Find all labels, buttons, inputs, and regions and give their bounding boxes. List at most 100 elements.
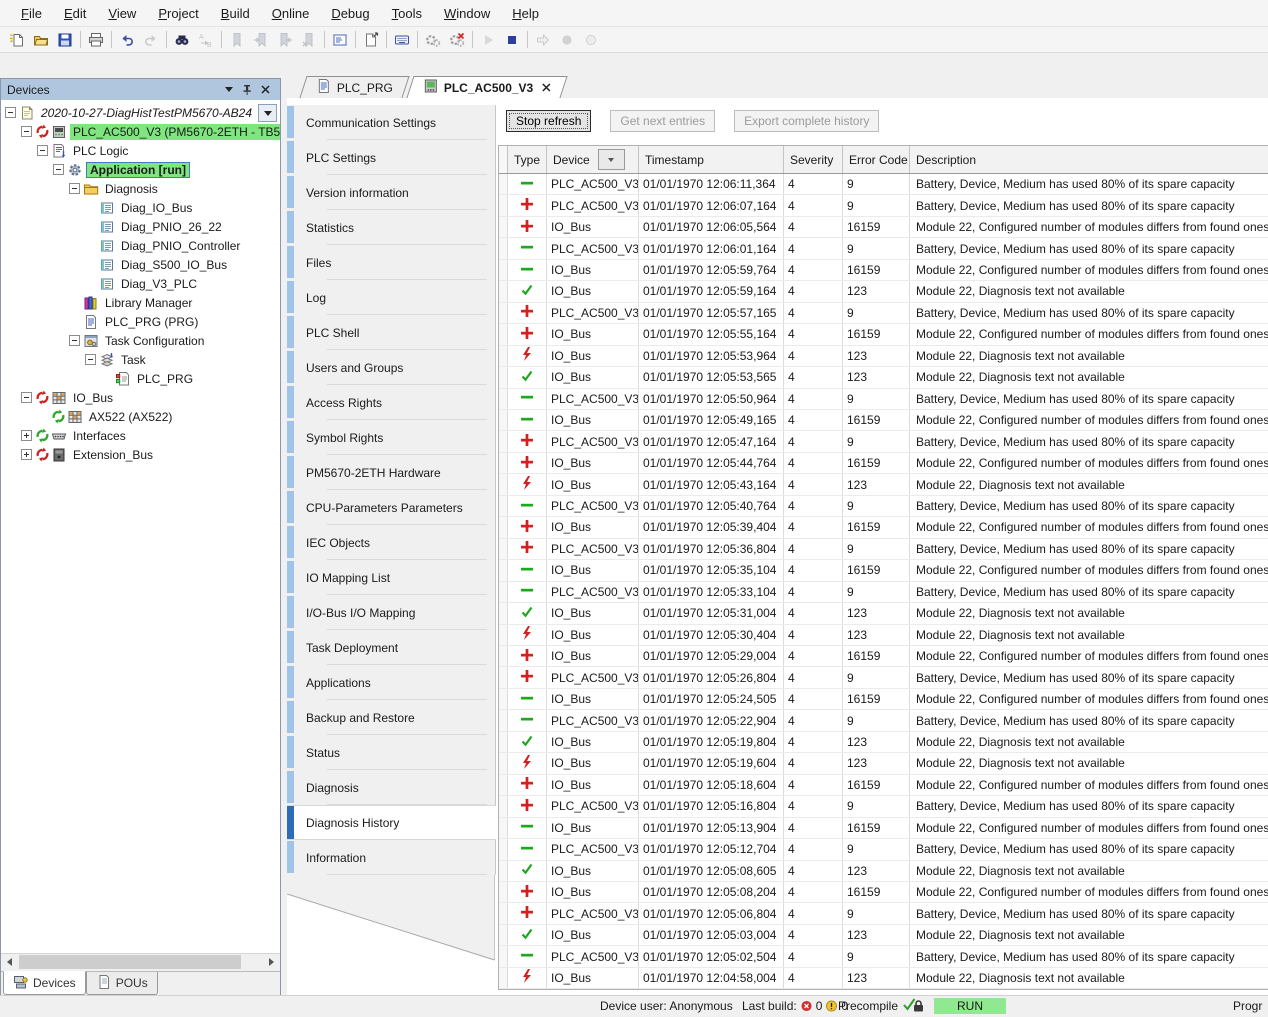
table-row[interactable]: PLC_AC500_V301/01/1970 12:05:12,70449Bat… [499, 839, 1268, 860]
tree-node-diag-pnio-26-22[interactable]: Diag_PNIO_26_22 [1, 217, 280, 236]
nav-version-information[interactable]: Version information [287, 175, 496, 210]
stop-refresh-button[interactable]: Stop refresh [506, 110, 591, 132]
column-header-timestamp[interactable]: Timestamp [639, 146, 784, 173]
tab-plc-prg[interactable]: PLC_PRG [299, 76, 409, 98]
table-row[interactable]: PLC_AC500_V301/01/1970 12:05:33,10449Bat… [499, 582, 1268, 603]
collapse-icon[interactable] [21, 126, 32, 137]
nav-plc-settings[interactable]: PLC Settings [287, 140, 496, 175]
collapse-icon[interactable] [69, 183, 80, 194]
nav-access-rights[interactable]: Access Rights [287, 385, 496, 420]
nav-information[interactable]: Information [287, 840, 496, 875]
nav-pm5670-2eth-hardware[interactable]: PM5670-2ETH Hardware [287, 455, 496, 490]
menu-project[interactable]: Project [147, 2, 209, 25]
table-row[interactable]: PLC_AC500_V301/01/1970 12:05:50,96449Bat… [499, 389, 1268, 410]
panel-tab-pous[interactable]: POUs [86, 972, 158, 995]
scroll-right-button[interactable] [263, 954, 280, 970]
menu-build[interactable]: Build [210, 2, 261, 25]
nav-diagnosis-history[interactable]: Diagnosis History [287, 805, 496, 840]
collapse-icon[interactable] [53, 164, 64, 175]
nav-cpu-parameters-parameters[interactable]: CPU-Parameters Parameters [287, 490, 496, 525]
collapse-icon[interactable] [69, 335, 80, 346]
collapse-icon[interactable] [37, 145, 48, 156]
column-header-device[interactable]: Device [547, 146, 639, 173]
tree-node-application-run[interactable]: Application [run] [1, 160, 280, 179]
table-row[interactable]: IO_Bus01/01/1970 12:05:24,505416159Modul… [499, 689, 1268, 710]
table-row[interactable]: IO_Bus01/01/1970 12:05:19,6044123Module … [499, 753, 1268, 774]
scroll-left-button[interactable] [1, 954, 18, 970]
table-row[interactable]: IO_Bus01/01/1970 12:05:08,204416159Modul… [499, 882, 1268, 903]
table-row[interactable]: IO_Bus01/01/1970 12:05:49,165416159Modul… [499, 410, 1268, 431]
tab-plc-ac500-v3[interactable]: PLC_AC500_V3 [406, 76, 568, 98]
tree-node-diagnosis[interactable]: Diagnosis [1, 179, 280, 198]
table-row[interactable]: IO_Bus01/01/1970 12:04:58,0044123Module … [499, 968, 1268, 989]
collapse-icon[interactable] [85, 354, 96, 365]
panel-tab-devices[interactable]: Devices [3, 971, 86, 995]
table-row[interactable]: PLC_AC500_V301/01/1970 12:05:22,90449Bat… [499, 710, 1268, 731]
login-icon[interactable] [421, 28, 445, 51]
tree-node-interfaces[interactable]: Interfaces [1, 426, 280, 445]
keyboard-icon[interactable] [390, 28, 414, 51]
nav-plc-shell[interactable]: PLC Shell [287, 315, 496, 350]
nav-iec-objects[interactable]: IEC Objects [287, 525, 496, 560]
expand-icon[interactable] [21, 449, 32, 460]
stop-icon[interactable] [500, 28, 524, 51]
table-row[interactable]: IO_Bus01/01/1970 12:05:53,5654123Module … [499, 367, 1268, 388]
nav-users-and-groups[interactable]: Users and Groups [287, 350, 496, 385]
table-row[interactable]: IO_Bus01/01/1970 12:05:43,1644123Module … [499, 474, 1268, 495]
column-header-description[interactable]: Description [910, 146, 1268, 173]
nav-i-o-bus-i-o-mapping[interactable]: I/O-Bus I/O Mapping [287, 595, 496, 630]
table-row[interactable]: IO_Bus01/01/1970 12:05:19,8044123Module … [499, 732, 1268, 753]
tree-node-plc-prg[interactable]: PLC_PRG [1, 369, 280, 388]
table-row[interactable]: PLC_AC500_V301/01/1970 12:05:57,16549Bat… [499, 303, 1268, 324]
nav-log[interactable]: Log [287, 280, 496, 315]
table-row[interactable]: IO_Bus01/01/1970 12:05:59,1644123Module … [499, 281, 1268, 302]
table-row[interactable]: PLC_AC500_V301/01/1970 12:06:11,36449Bat… [499, 174, 1268, 195]
menu-tools[interactable]: Tools [381, 2, 433, 25]
find-icon[interactable] [170, 28, 194, 51]
options-list-icon[interactable] [328, 28, 352, 51]
table-row[interactable]: IO_Bus01/01/1970 12:05:30,4044123Module … [499, 625, 1268, 646]
tree-node-library-manager[interactable]: Library Manager [1, 293, 280, 312]
tree-node-diag-pnio-controller[interactable]: Diag_PNIO_Controller [1, 236, 280, 255]
menu-edit[interactable]: Edit [53, 2, 97, 25]
tree-node-diag-s500-io-bus[interactable]: Diag_S500_IO_Bus [1, 255, 280, 274]
table-row[interactable]: PLC_AC500_V301/01/1970 12:05:47,16449Bat… [499, 431, 1268, 452]
tree-node-diag-io-bus[interactable]: Diag_IO_Bus [1, 198, 280, 217]
collapse-icon[interactable] [21, 392, 32, 403]
menu-window[interactable]: Window [433, 2, 501, 25]
column-header-severity[interactable]: Severity [784, 146, 843, 173]
table-row[interactable]: IO_Bus01/01/1970 12:05:44,764416159Modul… [499, 453, 1268, 474]
table-row[interactable]: IO_Bus01/01/1970 12:05:03,0044123Module … [499, 925, 1268, 946]
collapse-icon[interactable] [5, 107, 16, 118]
table-row[interactable]: IO_Bus01/01/1970 12:05:29,004416159Modul… [499, 646, 1268, 667]
new-object-icon[interactable] [359, 28, 383, 51]
table-row[interactable]: IO_Bus01/01/1970 12:05:18,604416159Modul… [499, 775, 1268, 796]
tree-node-2020-10-27-diaghisttestpm5670-ab24[interactable]: 2020-10-27-DiagHistTestPM5670-AB24 [1, 103, 280, 122]
tree-node-plc-prg-prg[interactable]: PLC_PRG (PRG) [1, 312, 280, 331]
nav-io-mapping-list[interactable]: IO Mapping List [287, 560, 496, 595]
tree-node-task-configuration[interactable]: Task Configuration [1, 331, 280, 350]
column-header-error-code[interactable]: Error Code [843, 146, 910, 173]
nav-communication-settings[interactable]: Communication Settings [287, 105, 496, 140]
new-file-icon[interactable] [5, 28, 29, 51]
tree-node-extension-bus[interactable]: Extension_Bus [1, 445, 280, 464]
undo-icon[interactable] [115, 28, 139, 51]
table-row[interactable]: PLC_AC500_V301/01/1970 12:05:02,50449Bat… [499, 946, 1268, 967]
expand-icon[interactable] [21, 430, 32, 441]
table-row[interactable]: PLC_AC500_V301/01/1970 12:06:01,16449Bat… [499, 238, 1268, 259]
table-row[interactable]: IO_Bus01/01/1970 12:05:55,164416159Modul… [499, 324, 1268, 345]
menu-online[interactable]: Online [261, 2, 321, 25]
close-tab-button[interactable] [542, 83, 551, 92]
table-row[interactable]: PLC_AC500_V301/01/1970 12:05:16,80449Bat… [499, 796, 1268, 817]
table-row[interactable]: PLC_AC500_V301/01/1970 12:05:40,76449Bat… [499, 496, 1268, 517]
tree-node-plc-ac500-v3-pm5670-2eth-tb5610-2[interactable]: PLC_AC500_V3 (PM5670-2ETH - TB5610-2 [1, 122, 280, 141]
save-icon[interactable] [53, 28, 77, 51]
tree-node-io-bus[interactable]: IO_Bus [1, 388, 280, 407]
nav-files[interactable]: Files [287, 245, 496, 280]
tree-node-task[interactable]: Task [1, 350, 280, 369]
menu-help[interactable]: Help [501, 2, 550, 25]
close-panel-button[interactable] [256, 82, 274, 98]
tree-node-ax522-ax522[interactable]: AX522 (AX522) [1, 407, 280, 426]
table-row[interactable]: IO_Bus01/01/1970 12:05:31,0044123Module … [499, 603, 1268, 624]
tree-node-plc-logic[interactable]: PLC Logic [1, 141, 280, 160]
